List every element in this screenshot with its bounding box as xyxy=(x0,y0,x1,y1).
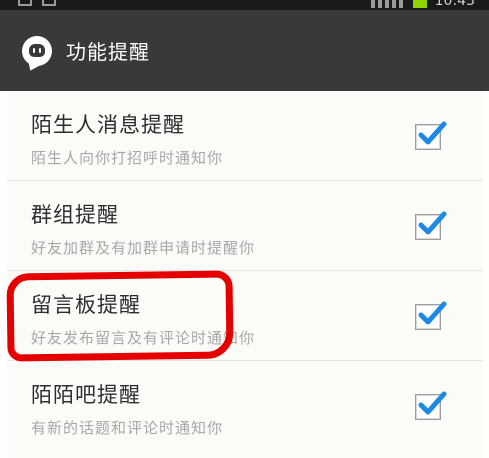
setting-checkbox[interactable] xyxy=(415,211,447,240)
action-bar: 功能提醒 xyxy=(0,10,489,91)
setting-checkbox[interactable] xyxy=(415,121,447,150)
status-bar: 10:43 xyxy=(0,0,489,10)
status-time: 10:43 xyxy=(434,0,475,9)
setting-description: 陌生人向你打招呼时通知你 xyxy=(31,149,224,167)
setting-description: 有新的话题和评论时通知你 xyxy=(31,419,224,437)
checkmark-icon xyxy=(418,301,447,325)
setting-label: 群组提醒 xyxy=(31,203,119,227)
setting-row-message-board[interactable]: 留言板提醒 好友发布留言及有评论时通知你 xyxy=(7,271,483,361)
setting-row-group[interactable]: 群组提醒 好友加群及有加群申请时提醒你 xyxy=(7,181,483,271)
setting-label: 陌陌吧提醒 xyxy=(31,383,141,407)
signal-icon xyxy=(370,0,405,8)
checkmark-icon xyxy=(418,391,447,415)
setting-label: 陌生人消息提醒 xyxy=(31,113,185,137)
battery-icon xyxy=(412,0,427,8)
page-title: 功能提醒 xyxy=(66,40,150,64)
settings-list: 陌生人消息提醒 陌生人向你打招呼时通知你 群组提醒 好友加群及有加群申请时提醒你… xyxy=(7,91,483,458)
status-notification-icons xyxy=(18,0,56,6)
setting-row-stranger-message[interactable]: 陌生人消息提醒 陌生人向你打招呼时通知你 xyxy=(7,91,483,181)
notification-icon xyxy=(18,0,32,6)
momo-logo-icon[interactable] xyxy=(22,35,52,66)
setting-label: 留言板提醒 xyxy=(31,293,141,317)
setting-description: 好友发布留言及有评论时通知你 xyxy=(31,329,256,347)
setting-checkbox[interactable] xyxy=(415,391,447,420)
status-system-icons: 10:43 xyxy=(370,0,475,9)
checkmark-icon xyxy=(418,121,447,145)
notification-icon xyxy=(42,0,56,6)
checkmark-icon xyxy=(418,211,447,235)
setting-row-momo-bar[interactable]: 陌陌吧提醒 有新的话题和评论时通知你 xyxy=(7,361,483,451)
setting-checkbox[interactable] xyxy=(415,301,447,330)
setting-description: 好友加群及有加群申请时提醒你 xyxy=(31,239,256,257)
